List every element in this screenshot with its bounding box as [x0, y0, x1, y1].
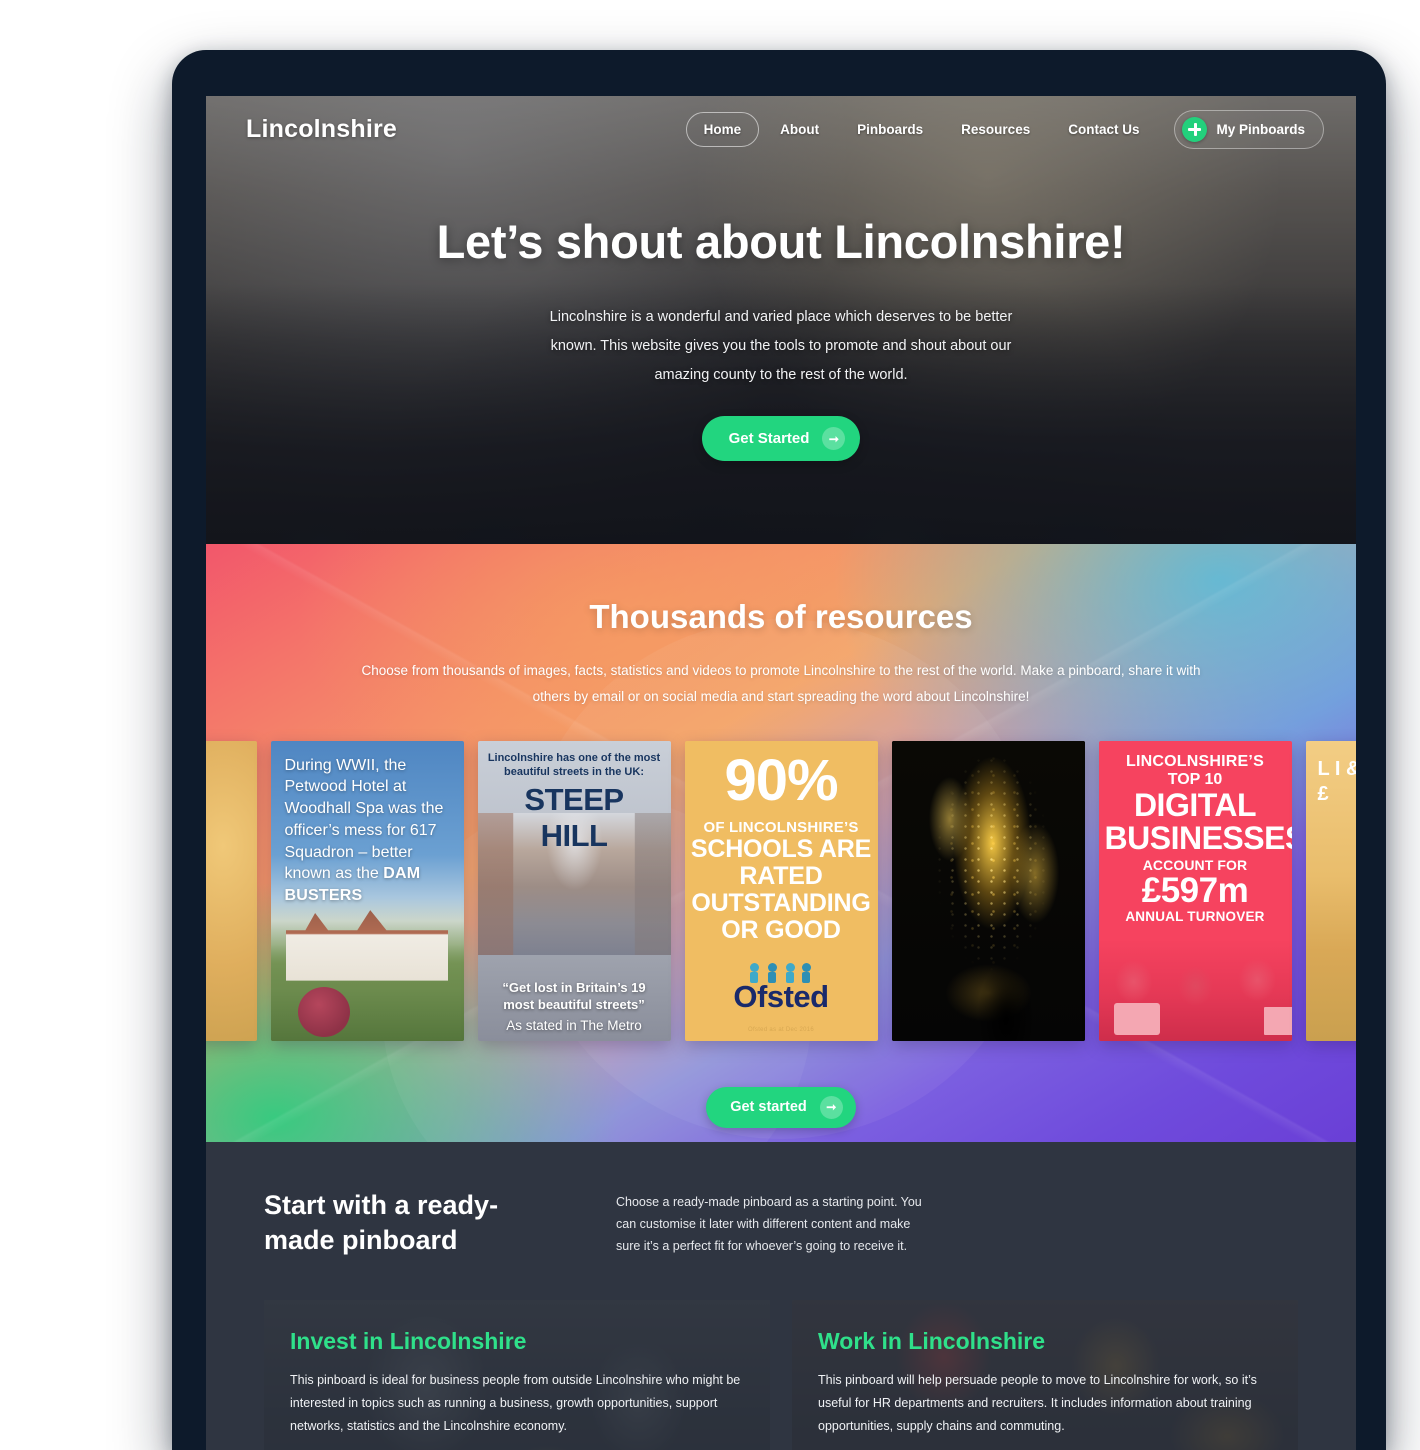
garden-shrub: [297, 986, 350, 1037]
steep-hill-quote-block: “Get lost in Britain’s 19 most beautiful…: [486, 980, 663, 1033]
nav-item-pinboards[interactable]: Pinboards: [840, 113, 940, 146]
invest-pinboard-title: Invest in Lincolnshire: [290, 1328, 527, 1355]
resources-header: Thousands of resources Choose from thous…: [206, 544, 1356, 711]
steep-hill-heading: Lincolnshire has one of the most beautif…: [488, 751, 661, 855]
ofsted-stat: 90%: [724, 747, 838, 813]
ofsted-copy: OF LINCOLNSHIRE’S SCHOOLS ARE RATED OUTS…: [691, 819, 872, 944]
site-logo[interactable]: Lincolnshire: [246, 115, 397, 144]
person-silhouette: [972, 900, 1039, 1041]
pinboard-card-work[interactable]: Work in Lincolnshire This pinboard will …: [792, 1300, 1298, 1450]
work-pinboard-title: Work in Lincolnshire: [818, 1328, 1046, 1355]
hero-title: Let’s shout about Lincolnshire!: [436, 215, 1126, 268]
work-pinboard-description: This pinboard will help persuade people …: [818, 1373, 1257, 1434]
resource-card-ofsted[interactable]: 90% OF LINCOLNSHIRE’S SCHOOLS ARE RATED …: [684, 740, 878, 1041]
nav-links: Home About Pinboards Resources Contact U…: [685, 109, 1324, 149]
my-pinboards-label: My Pinboards: [1216, 121, 1305, 137]
pinboard-card-invest[interactable]: Invest in Lincolnshire This pinboard is …: [264, 1300, 770, 1450]
petwood-hotel-photo: [270, 902, 464, 1041]
digital-turnover-value: £597m: [1141, 870, 1249, 910]
nav-item-home[interactable]: Home: [685, 111, 760, 147]
digital-line-2: TOP 10: [1167, 770, 1223, 788]
ready-made-pinboard-section: Start with a ready-made pinboard Choose …: [206, 1142, 1356, 1450]
ofsted-line-2: SCHOOLS ARE RATED OUTSTANDING OR GOOD: [690, 834, 872, 944]
resources-section: Thousands of resources Choose from thous…: [206, 544, 1356, 1142]
hero-get-started-label: Get Started: [728, 430, 810, 447]
resources-subtitle: Choose from thousands of images, facts, …: [361, 663, 1201, 705]
ready-made-title: Start with a ready-made pinboard: [264, 1190, 499, 1256]
digital-people-photo: [1098, 938, 1292, 1041]
arrow-right-icon: ➞: [819, 1095, 843, 1119]
invest-pinboard-body: Invest in Lincolnshire This pinboard is …: [264, 1300, 770, 1450]
arrow-right-icon: ➞: [822, 427, 846, 450]
steep-hill-source: As stated in The Metro: [506, 1017, 642, 1033]
resource-card-christmas-lights[interactable]: [891, 740, 1085, 1041]
nav-item-resources[interactable]: Resources: [944, 113, 1047, 146]
invest-pinboard-description: This pinboard is ideal for business peop…: [290, 1373, 741, 1434]
ready-made-header: Start with a ready-made pinboard Choose …: [206, 1188, 1356, 1258]
top-navigation-bar: Lincolnshire Home About Pinboards Resour…: [206, 96, 1356, 162]
browser-viewport: Lincolnshire Home About Pinboards Resour…: [206, 96, 1356, 1450]
steep-hill-quote: “Get lost in Britain’s 19 most beautiful…: [502, 979, 646, 1012]
device-frame: Lincolnshire Home About Pinboards Resour…: [172, 50, 1386, 1450]
resource-card-dam-busters[interactable]: During WWII, the Petwood Hotel at Woodha…: [270, 740, 464, 1041]
resource-card-steep-hill[interactable]: Lincolnshire has one of the most beautif…: [477, 740, 671, 1041]
resource-card-digital-businesses[interactable]: LINCOLNSHIRE’S TOP 10 DIGITAL BUSINESSES…: [1098, 740, 1292, 1041]
digital-headline: DIGITAL BUSINESSES: [1104, 787, 1292, 857]
dam-busters-text: During WWII, the Petwood Hotel at Woodha…: [285, 755, 452, 907]
resources-get-started-button[interactable]: Get started ➞: [706, 1086, 856, 1128]
hero-section: Lincolnshire Home About Pinboards Resour…: [206, 96, 1356, 544]
ofsted-line-1: OF LINCOLNSHIRE’S: [703, 818, 859, 836]
ready-made-copy: Choose a ready-made pinboard as a starti…: [616, 1195, 922, 1253]
dam-busters-body: During WWII, the Petwood Hotel at Woodha…: [284, 756, 444, 883]
hero-get-started-button[interactable]: Get Started ➞: [701, 416, 861, 461]
hero-content: Let’s shout about Lincolnshire! Lincolns…: [206, 162, 1356, 461]
ofsted-footnote: Ofsted as at Dec 2016: [747, 1026, 814, 1033]
steep-hill-kicker: Lincolnshire has one of the most beautif…: [487, 751, 661, 779]
digital-copy: LINCOLNSHIRE’S TOP 10 DIGITAL BUSINESSES…: [1104, 752, 1292, 925]
resource-card-partial-left[interactable]: [206, 740, 257, 1041]
steep-hill-headline: STEEP HILL: [524, 782, 624, 854]
plus-icon: [1182, 116, 1208, 142]
resources-get-started-label: Get started: [730, 1099, 807, 1116]
resource-card-partial-right[interactable]: L I & £: [1305, 740, 1357, 1041]
nav-item-contact-us[interactable]: Contact Us: [1051, 113, 1156, 146]
my-pinboards-button[interactable]: My Pinboards: [1174, 109, 1324, 149]
work-pinboard-body: Work in Lincolnshire This pinboard will …: [792, 1300, 1298, 1450]
resources-cta-wrapper: Get started ➞: [206, 1061, 1356, 1128]
resources-title: Thousands of resources: [589, 598, 973, 635]
pinboard-cards-row: Invest in Lincolnshire This pinboard is …: [206, 1258, 1356, 1450]
hero-subtitle: Lincolnshire is a wonderful and varied p…: [549, 309, 1013, 383]
ofsted-logo-wordmark: Ofsted: [733, 978, 829, 1014]
digital-line-1: LINCOLNSHIRE’S: [1126, 752, 1264, 770]
nav-item-about[interactable]: About: [763, 113, 836, 146]
partial-card-text: L I & £: [1317, 757, 1357, 805]
digital-line-4: ANNUAL TURNOVER: [1125, 909, 1265, 925]
resource-card-carousel[interactable]: During WWII, the Petwood Hotel at Woodha…: [206, 740, 1357, 1041]
